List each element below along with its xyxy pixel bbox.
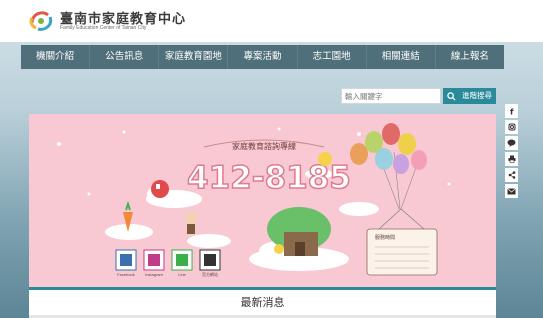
- nav-item-links[interactable]: 相關連結: [367, 45, 436, 69]
- site-subtitle: Family Education Center of Tainan City: [60, 25, 147, 31]
- svg-text:f: f: [510, 108, 514, 116]
- qr-label-facebook: Facebook: [117, 272, 135, 277]
- line-button[interactable]: [505, 136, 518, 150]
- instagram-button[interactable]: [505, 120, 518, 134]
- advanced-search-button[interactable]: 進階搜尋: [458, 88, 496, 104]
- balloons: [350, 123, 427, 210]
- search-input[interactable]: [341, 88, 441, 104]
- nav-item-about[interactable]: 機關介紹: [21, 45, 91, 69]
- nav-item-announcements[interactable]: 公告訊息: [90, 45, 160, 69]
- qr-label-line: Line: [178, 272, 186, 277]
- service-hours-title: 服務時間: [375, 234, 395, 241]
- search-button[interactable]: [443, 88, 459, 104]
- mail-button[interactable]: [505, 184, 518, 198]
- search-bar: [341, 88, 459, 104]
- banner-illustration: 家庭教育諮詢專線 412-8185 服務時間 Facebook Instagra…: [57, 123, 451, 277]
- qr-label-instagram: Instagram: [145, 272, 163, 277]
- share-icon: [508, 171, 515, 179]
- news-section: 最新消息: [29, 287, 496, 318]
- qr-label-website: 官方網站: [202, 271, 218, 277]
- qr-codes: Facebook Instagram Line 官方網站: [115, 249, 221, 277]
- site-header: 臺南市家庭教育中心 Family Education Center of Tai…: [0, 0, 543, 42]
- search-icon: [446, 91, 456, 101]
- facebook-icon: f: [510, 108, 514, 116]
- line-icon: [507, 139, 516, 147]
- instagram-icon: [508, 123, 515, 131]
- print-icon: [508, 155, 515, 163]
- mail-icon: [507, 187, 516, 194]
- nav-item-family-education[interactable]: 家庭教育園地: [159, 45, 229, 69]
- nav-item-volunteers[interactable]: 志工園地: [298, 45, 367, 69]
- banner-heading-ribbon: 家庭教育諮詢專線: [203, 139, 325, 151]
- logo-icon[interactable]: [28, 7, 54, 33]
- nav-item-projects[interactable]: 專案活動: [228, 45, 298, 69]
- facebook-button[interactable]: f: [505, 104, 518, 118]
- print-button[interactable]: [505, 152, 518, 166]
- nav-item-register[interactable]: 線上報名: [436, 45, 504, 69]
- hero-banner[interactable]: 家庭教育諮詢專線 412-8185 服務時間 Facebook Instagra…: [29, 114, 496, 287]
- news-title: 最新消息: [240, 296, 285, 309]
- share-button[interactable]: [505, 168, 518, 182]
- news-top-rule: [29, 287, 496, 290]
- banner-heading: 家庭教育諮詢專線: [232, 141, 296, 151]
- social-sidebar: f: [505, 104, 518, 200]
- main-nav: 機關介紹 公告訊息 家庭教育園地 專案活動 志工園地 相關連結 線上報名: [21, 45, 504, 69]
